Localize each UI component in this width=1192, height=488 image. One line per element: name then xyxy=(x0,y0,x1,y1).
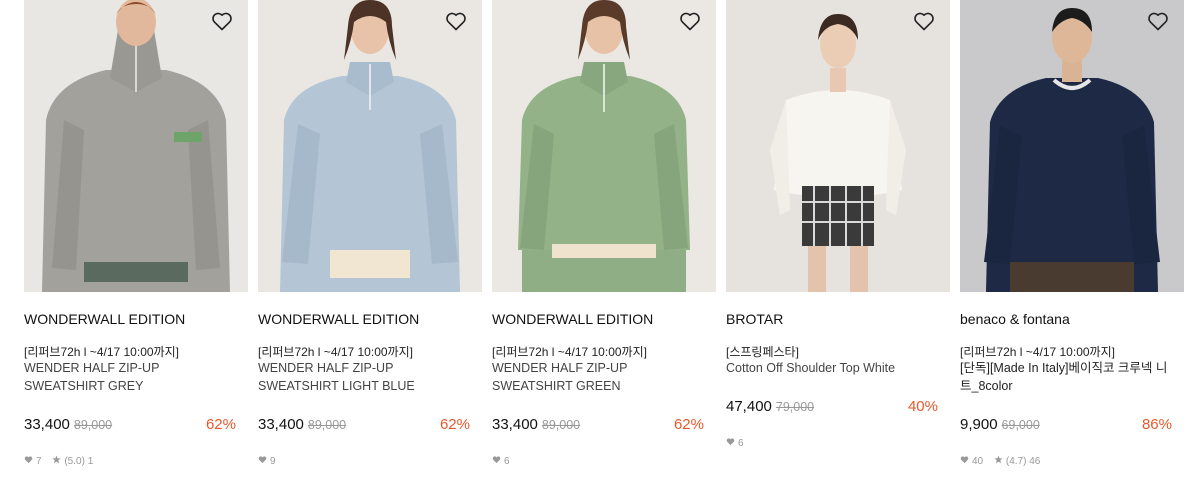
sale-price: 47,400 xyxy=(726,398,772,415)
promo-label: [리퍼브72h l ~4/17 10:00까지] xyxy=(492,345,647,359)
product-photo xyxy=(258,0,482,292)
price-row: 33,400 89,000 62% xyxy=(258,416,470,436)
discount-rate: 40% xyxy=(907,398,938,415)
original-price: 79,000 xyxy=(775,400,815,414)
product-photo xyxy=(24,0,248,292)
price-row: 33,400 89,000 62% xyxy=(492,416,704,436)
brand-name[interactable]: BROTAR xyxy=(726,311,783,327)
sale-price: 33,400 xyxy=(258,416,304,433)
discount-rate: 86% xyxy=(1141,416,1172,433)
product-stats: 40 (4.7) 46 xyxy=(960,455,1040,467)
original-price: 89,000 xyxy=(307,418,347,432)
product-stats: 9 xyxy=(258,455,276,467)
wishlist-heart-icon[interactable] xyxy=(1146,9,1170,33)
like-count-heart-icon xyxy=(960,456,969,464)
brand-name[interactable]: WONDERWALL EDITION xyxy=(24,311,185,327)
star-icon xyxy=(994,455,1003,464)
discount-rate: 62% xyxy=(205,416,236,433)
product-card[interactable]: WONDERWALL EDITION [리퍼브72h l ~4/17 10:00… xyxy=(492,0,716,467)
brand-name[interactable]: WONDERWALL EDITION xyxy=(258,311,419,327)
product-card[interactable]: WONDERWALL EDITION [리퍼브72h l ~4/17 10:00… xyxy=(258,0,482,467)
sale-price: 9,900 xyxy=(960,416,998,433)
original-price: 89,000 xyxy=(73,418,113,432)
brand-name[interactable]: benaco & fontana xyxy=(960,311,1070,327)
discount-rate: 62% xyxy=(439,416,470,433)
product-name[interactable]: WENDER HALF ZIP-UP SWEATSHIRT GREY xyxy=(24,359,239,395)
product-stats: 6 xyxy=(726,437,744,449)
original-price: 69,000 xyxy=(1001,418,1040,432)
product-photo xyxy=(726,0,950,292)
star-icon xyxy=(52,455,61,464)
product-stats: 6 xyxy=(492,455,510,467)
promo-label: [리퍼브72h l ~4/17 10:00까지] xyxy=(24,345,179,359)
product-image[interactable] xyxy=(492,0,716,292)
like-count-heart-icon xyxy=(726,438,735,446)
like-count: 6 xyxy=(738,437,744,449)
product-card[interactable]: WONDERWALL EDITION [리퍼브72h l ~4/17 10:00… xyxy=(24,0,248,467)
product-name[interactable]: WENDER HALF ZIP-UP SWEATSHIRT LIGHT BLUE xyxy=(258,359,473,395)
like-count-heart-icon xyxy=(492,456,501,464)
wishlist-heart-icon[interactable] xyxy=(912,9,936,33)
product-card[interactable]: BROTAR [스프링페스타] Cotton Off Shoulder Top … xyxy=(726,0,950,449)
product-grid: WONDERWALL EDITION [리퍼브72h l ~4/17 10:00… xyxy=(0,0,1192,488)
price-row: 47,400 79,000 40% xyxy=(726,398,938,418)
sale-price: 33,400 xyxy=(24,416,70,433)
product-image[interactable] xyxy=(24,0,248,292)
promo-label: [스프링페스타] xyxy=(726,345,799,359)
review-count: 1 xyxy=(87,455,94,467)
product-stats: 7 (5.0) 1 xyxy=(24,455,93,467)
promo-label: [리퍼브72h l ~4/17 10:00까지] xyxy=(258,345,413,359)
brand-name[interactable]: WONDERWALL EDITION xyxy=(492,311,653,327)
rating-score: (4.7) xyxy=(1005,455,1027,467)
product-card[interactable]: benaco & fontana [리퍼브72h l ~4/17 10:00까지… xyxy=(960,0,1184,467)
product-name[interactable]: [단독][Made In Italy]베이직코 크루넥 니트_8color xyxy=(960,359,1175,395)
like-count-heart-icon xyxy=(258,456,267,464)
product-photo xyxy=(492,0,716,292)
promo-label: [리퍼브72h l ~4/17 10:00까지] xyxy=(960,345,1115,359)
wishlist-heart-icon[interactable] xyxy=(444,9,468,33)
product-image[interactable] xyxy=(258,0,482,292)
sale-price: 33,400 xyxy=(492,416,538,433)
discount-rate: 62% xyxy=(673,416,704,433)
like-count: 9 xyxy=(270,455,276,467)
wishlist-heart-icon[interactable] xyxy=(678,9,702,33)
original-price: 89,000 xyxy=(541,418,581,432)
product-image[interactable] xyxy=(960,0,1184,292)
like-count-heart-icon xyxy=(24,456,33,464)
like-count: 40 xyxy=(972,455,984,467)
product-name[interactable]: Cotton Off Shoulder Top White xyxy=(726,359,941,377)
wishlist-heart-icon[interactable] xyxy=(210,9,234,33)
product-photo xyxy=(960,0,1184,292)
rating-score: (5.0) xyxy=(64,455,85,467)
review-count: 46 xyxy=(1029,455,1041,467)
price-row: 33,400 89,000 62% xyxy=(24,416,236,436)
price-row: 9,900 69,000 86% xyxy=(960,416,1172,436)
like-count: 6 xyxy=(504,455,510,467)
product-image[interactable] xyxy=(726,0,950,292)
product-name[interactable]: WENDER HALF ZIP-UP SWEATSHIRT GREEN xyxy=(492,359,707,395)
like-count: 7 xyxy=(36,455,42,467)
